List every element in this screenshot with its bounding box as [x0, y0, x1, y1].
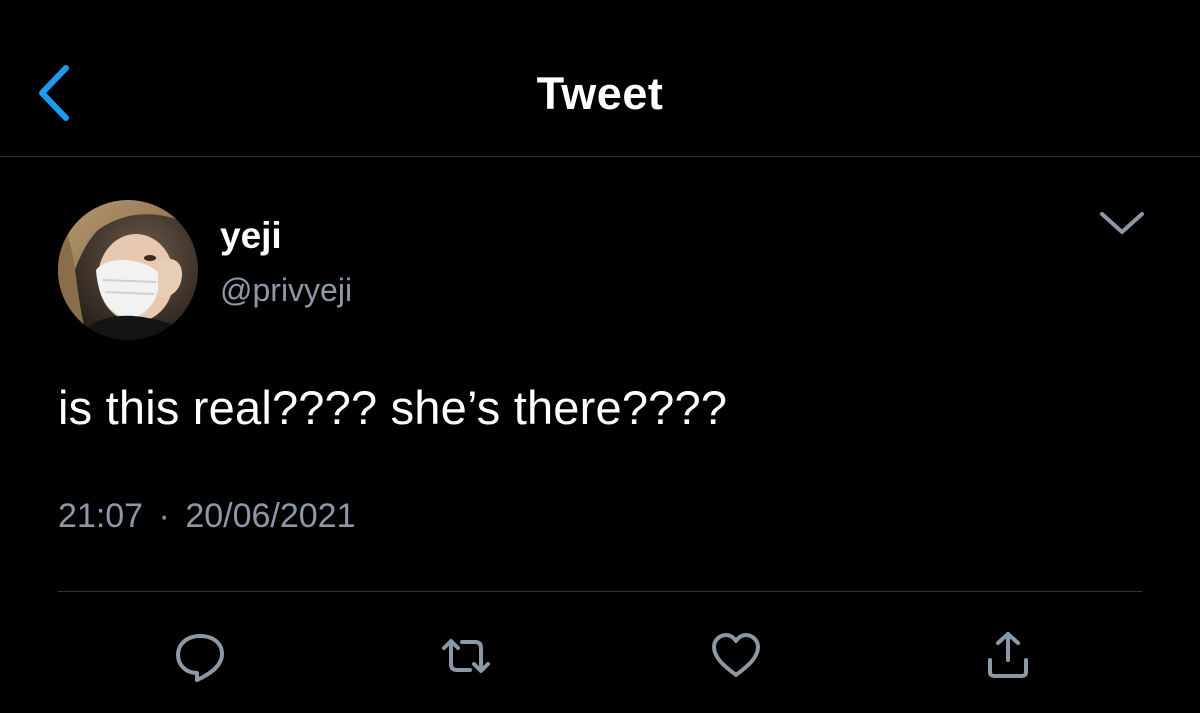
tweet-menu-button[interactable]: [1092, 202, 1152, 246]
reply-icon: [176, 634, 224, 682]
page-title: Tweet: [536, 68, 664, 119]
retweet-icon: [442, 639, 490, 673]
like-button[interactable]: [708, 628, 764, 684]
tweet-date: 20/06/2021: [185, 497, 356, 535]
author-handle[interactable]: @privyeji: [220, 270, 352, 310]
share-button[interactable]: [980, 628, 1036, 684]
author-display-name[interactable]: yeji: [220, 214, 282, 258]
divider: [58, 591, 1142, 592]
avatar[interactable]: [58, 200, 198, 340]
avatar-photo: [58, 200, 198, 340]
reply-button[interactable]: [172, 628, 228, 684]
top-bar: Tweet: [0, 0, 1200, 157]
share-icon: [988, 632, 1028, 678]
chevron-down-icon: [1100, 212, 1144, 234]
like-icon: [712, 633, 760, 677]
tweet-timestamp: 21:07 · 20/06/2021: [58, 494, 356, 538]
tweet-text: is this real???? she’s there????: [58, 381, 728, 434]
tweet-time: 21:07: [58, 497, 144, 535]
retweet-button[interactable]: [438, 628, 494, 684]
timestamp-separator: ·: [158, 497, 170, 535]
